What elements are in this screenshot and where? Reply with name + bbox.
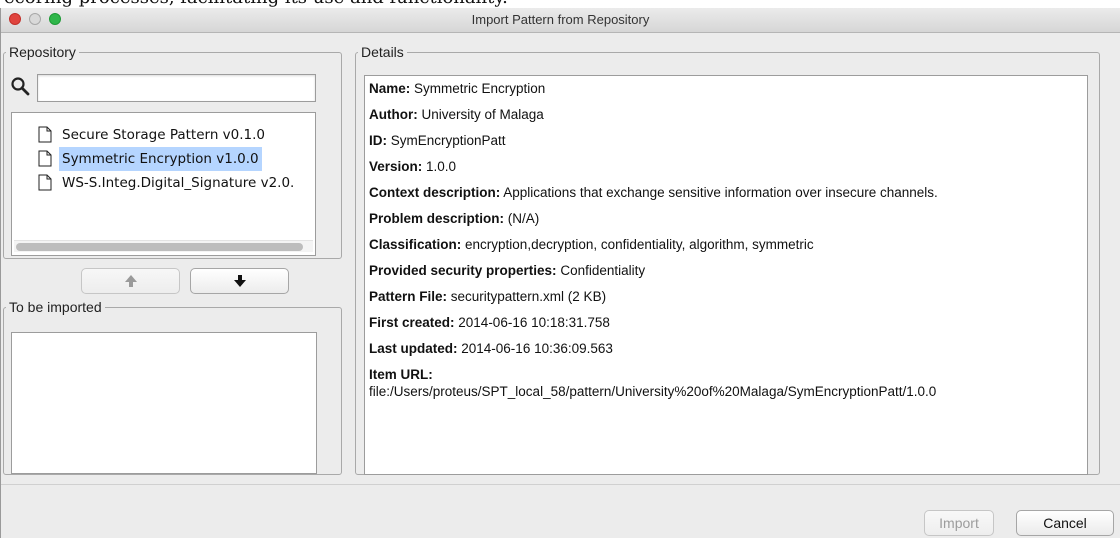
import-pattern-dialog: Import Pattern from Repository Repositor… bbox=[0, 8, 1120, 538]
repository-item-label: Symmetric Encryption v1.0.0 bbox=[59, 147, 262, 171]
detail-value: securitypattern.xml (2 KB) bbox=[447, 289, 607, 304]
detail-last-updated: Last updated: 2014-06-16 10:36:09.563 bbox=[369, 340, 613, 357]
detail-value: Applications that exchange sensitive inf… bbox=[500, 185, 938, 200]
repository-list[interactable]: Secure Storage Pattern v0.1.0 Symmetric … bbox=[11, 112, 316, 256]
detail-value: Symmetric Encryption bbox=[410, 81, 546, 96]
detail-value: 2014-06-16 10:18:31.758 bbox=[454, 315, 610, 330]
repository-item-label: Secure Storage Pattern v0.1.0 bbox=[62, 127, 266, 143]
detail-item-url: Item URL: file:/Users/proteus/SPT_local_5… bbox=[369, 366, 936, 400]
detail-value: SymEncryptionPatt bbox=[387, 133, 506, 148]
detail-label: Provided security properties: bbox=[369, 263, 557, 278]
detail-value: (N/A) bbox=[504, 211, 540, 226]
document-icon bbox=[38, 150, 52, 167]
detail-version: Version: 1.0.0 bbox=[369, 158, 456, 175]
detail-label: Author: bbox=[369, 107, 418, 122]
detail-author: Author: University of Malaga bbox=[369, 106, 544, 123]
search-input[interactable] bbox=[37, 74, 316, 102]
repository-item-label: WS-S.Integ.Digital_Signature v2.0. bbox=[62, 175, 295, 191]
document-icon bbox=[38, 126, 52, 143]
move-up-button[interactable] bbox=[81, 268, 180, 294]
scrollbar-thumb[interactable] bbox=[16, 243, 303, 251]
cancel-button[interactable]: Cancel bbox=[1016, 510, 1114, 536]
detail-value: file:/Users/proteus/SPT_local_58/pattern… bbox=[369, 384, 937, 399]
detail-label: Name: bbox=[369, 81, 411, 96]
detail-value: Confidentiality bbox=[556, 263, 646, 278]
details-legend: Details bbox=[361, 44, 404, 60]
repository-group: Repository Secure Storage Pattern v0.1.0… bbox=[3, 45, 342, 259]
detail-context-description: Context description: Applications that e… bbox=[369, 184, 938, 201]
window-title: Import Pattern from Repository bbox=[471, 12, 650, 27]
detail-value: University of Malaga bbox=[417, 107, 544, 122]
detail-id: ID: SymEncryptionPatt bbox=[369, 132, 506, 149]
detail-label: Pattern File: bbox=[369, 289, 448, 304]
move-down-button[interactable] bbox=[190, 268, 289, 294]
detail-label: First created: bbox=[369, 315, 455, 330]
detail-name: Name: Symmetric Encryption bbox=[369, 80, 545, 97]
import-button[interactable]: Import bbox=[924, 510, 994, 536]
arrow-up-icon bbox=[125, 275, 137, 287]
to-be-imported-list[interactable] bbox=[11, 332, 317, 474]
document-icon bbox=[38, 174, 52, 191]
detail-value: 2014-06-16 10:36:09.563 bbox=[457, 341, 613, 356]
detail-label: Problem description: bbox=[369, 211, 505, 226]
horizontal-scrollbar[interactable] bbox=[14, 240, 313, 252]
detail-classification: Classification: encryption,decryption, c… bbox=[369, 236, 814, 253]
arrow-down-icon bbox=[234, 275, 246, 287]
detail-label: Context description: bbox=[369, 185, 501, 200]
detail-label: ID: bbox=[369, 133, 387, 148]
repository-legend: Repository bbox=[9, 44, 76, 60]
detail-label: Item URL: bbox=[369, 367, 433, 382]
detail-pattern-file: Pattern File: securitypattern.xml (2 KB) bbox=[369, 288, 606, 305]
detail-problem-description: Problem description: (N/A) bbox=[369, 210, 539, 227]
detail-value: encryption,decryption, confidentiality, … bbox=[461, 237, 814, 252]
footer-separator bbox=[1, 484, 1120, 485]
to-be-imported-group: To be imported bbox=[3, 300, 342, 475]
search-icon bbox=[10, 76, 30, 96]
details-panel: Name: Symmetric Encryption Author: Unive… bbox=[364, 75, 1088, 475]
title-bar[interactable]: Import Pattern from Repository bbox=[1, 8, 1120, 33]
detail-label: Classification: bbox=[369, 237, 462, 252]
details-group: Details Name: Symmetric Encryption Autho… bbox=[355, 45, 1100, 475]
detail-value: 1.0.0 bbox=[422, 159, 457, 174]
detail-security-properties: Provided security properties: Confidenti… bbox=[369, 262, 645, 279]
detail-first-created: First created: 2014-06-16 10:18:31.758 bbox=[369, 314, 610, 331]
detail-label: Version: bbox=[369, 159, 423, 174]
detail-label: Last updated: bbox=[369, 341, 458, 356]
to-be-imported-legend: To be imported bbox=[9, 299, 102, 315]
